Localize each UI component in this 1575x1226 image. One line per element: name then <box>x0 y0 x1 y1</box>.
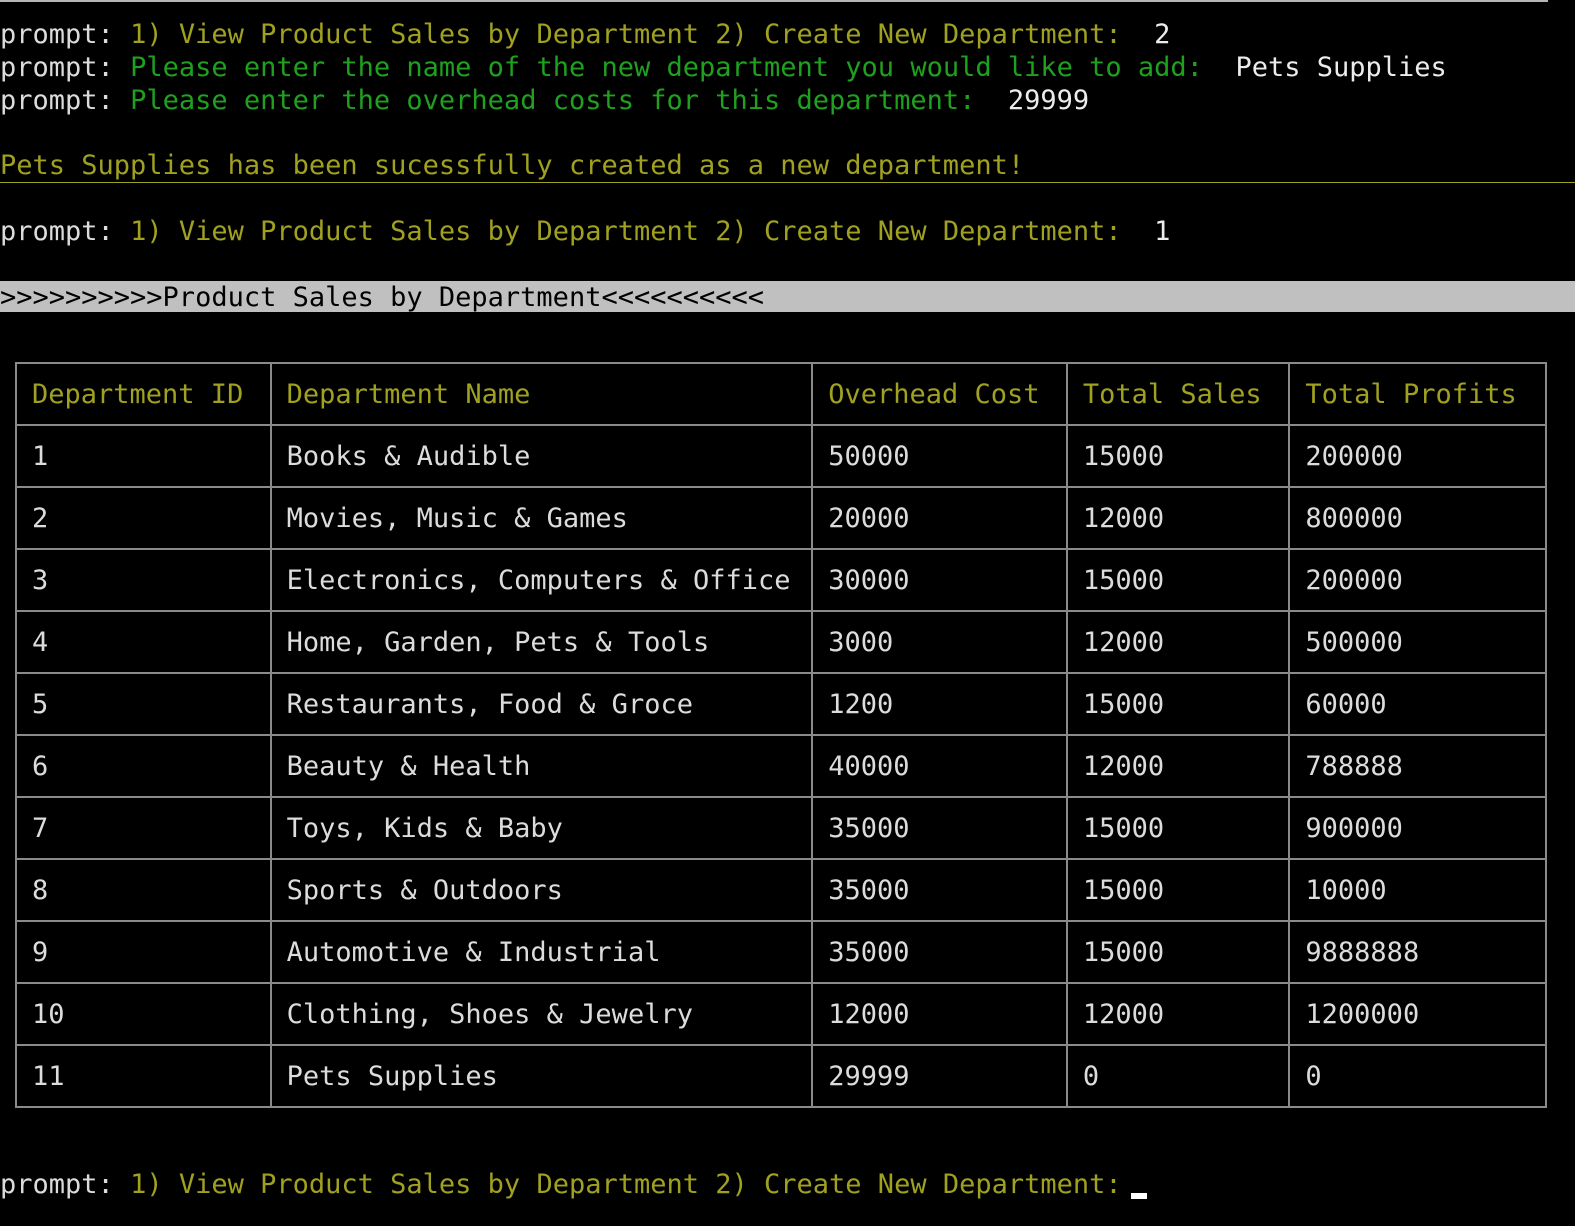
success-message: Pets Supplies has been sucessfully creat… <box>0 149 1575 183</box>
cell-department-name: Automotive & Industrial <box>269 920 814 984</box>
cell-total-profits: 60000 <box>1288 672 1547 736</box>
cell-total-profits: 500000 <box>1288 610 1547 674</box>
cell-department-id: 7 <box>15 796 272 860</box>
cell-department-name: Restaurants, Food & Groce <box>269 672 814 736</box>
cell-overhead-cost: 35000 <box>811 920 1068 984</box>
cell-total-profits: 200000 <box>1288 424 1547 488</box>
menu-text: 1) View Product Sales by Department 2) C… <box>130 216 1122 247</box>
menu-answer: 2 <box>1154 19 1171 50</box>
cell-total-sales: 15000 <box>1065 672 1291 736</box>
cell-department-name: Electronics, Computers & Office <box>269 548 814 612</box>
table-row: 7 Toys, Kids & Baby 35000 15000 900000 <box>15 796 1547 860</box>
cell-overhead-cost: 40000 <box>811 734 1068 798</box>
cell-department-id: 9 <box>15 920 272 984</box>
cell-department-id: 8 <box>15 858 272 922</box>
overhead-prompt-line: prompt: Please enter the overhead costs … <box>0 84 1089 117</box>
cell-department-name: Movies, Music & Games <box>269 486 814 550</box>
prompt-label: prompt: <box>0 1169 114 1200</box>
cell-department-id: 4 <box>15 610 272 674</box>
menu-prompt-line-3[interactable]: prompt: 1) View Product Sales by Departm… <box>0 1168 1122 1201</box>
table-body: 1 Books & Audible 50000 15000 200000 2 Movies,… <box>15 424 1547 1108</box>
cell-total-profits: 788888 <box>1288 734 1547 798</box>
overhead-answer: 29999 <box>1007 85 1090 116</box>
name-question: Please enter the name of the new departm… <box>130 52 1203 83</box>
table-header-row: Department ID Department Name Overhead C… <box>15 362 1547 426</box>
header-total-profits: Total Profits <box>1288 362 1547 426</box>
cell-department-id: 5 <box>15 672 272 736</box>
cell-overhead-cost: 35000 <box>811 796 1068 860</box>
cell-total-profits: 800000 <box>1288 486 1547 550</box>
menu-text: 1) View Product Sales by Department 2) C… <box>130 1169 1122 1200</box>
table-row: 8 Sports & Outdoors 35000 15000 10000 <box>15 858 1547 922</box>
cell-department-name: Books & Audible <box>269 424 814 488</box>
department-table-wrapper: Department ID Department Name Overhead C… <box>15 362 1547 1108</box>
cell-total-sales: 15000 <box>1065 920 1291 984</box>
cell-department-id: 3 <box>15 548 272 612</box>
cell-total-profits: 900000 <box>1288 796 1547 860</box>
table-row: 2 Movies, Music & Games 20000 12000 800000 <box>15 486 1547 550</box>
menu-prompt-line-2: prompt: 1) View Product Sales by Departm… <box>0 215 1170 248</box>
cell-department-name: Sports & Outdoors <box>269 858 814 922</box>
cell-total-sales: 15000 <box>1065 424 1291 488</box>
cell-total-sales: 12000 <box>1065 982 1291 1046</box>
cell-overhead-cost: 3000 <box>811 610 1068 674</box>
cell-overhead-cost: 30000 <box>811 548 1068 612</box>
cell-total-sales: 12000 <box>1065 734 1291 798</box>
overhead-question: Please enter the overhead costs for this… <box>130 85 976 116</box>
cell-total-sales: 12000 <box>1065 486 1291 550</box>
cell-total-profits: 0 <box>1288 1044 1547 1108</box>
table-row: 6 Beauty & Health 40000 12000 788888 <box>15 734 1547 798</box>
cell-total-profits: 10000 <box>1288 858 1547 922</box>
terminal-cursor[interactable] <box>1131 1193 1147 1199</box>
cell-department-id: 10 <box>15 982 272 1046</box>
cell-total-sales: 15000 <box>1065 548 1291 612</box>
table-row: 4 Home, Garden, Pets & Tools 3000 12000 5000… <box>15 610 1547 674</box>
table-row: 10 Clothing, Shoes & Jewelry 12000 12000 120… <box>15 982 1547 1046</box>
table-row: 9 Automotive & Industrial 35000 15000 988888… <box>15 920 1547 984</box>
menu-prompt-line-1: prompt: 1) View Product Sales by Departm… <box>0 18 1170 51</box>
cell-overhead-cost: 12000 <box>811 982 1068 1046</box>
name-prompt-line: prompt: Please enter the name of the new… <box>0 51 1447 84</box>
prompt-label: prompt: <box>0 52 114 83</box>
menu-text: 1) View Product Sales by Department 2) C… <box>130 19 1122 50</box>
report-banner: >>>>>>>>>>Product Sales by Department<<<… <box>0 281 1575 313</box>
department-sales-table: Department ID Department Name Overhead C… <box>15 362 1547 1108</box>
cell-department-name: Beauty & Health <box>269 734 814 798</box>
cell-total-profits: 1200000 <box>1288 982 1547 1046</box>
cell-overhead-cost: 29999 <box>811 1044 1068 1108</box>
prompt-label: prompt: <box>0 85 114 116</box>
cell-department-name: Clothing, Shoes & Jewelry <box>269 982 814 1046</box>
cell-department-name: Pets Supplies <box>269 1044 814 1108</box>
table-row: 1 Books & Audible 50000 15000 200000 <box>15 424 1547 488</box>
header-department-name: Department Name <box>269 362 814 426</box>
prompt-label: prompt: <box>0 19 114 50</box>
cell-overhead-cost: 50000 <box>811 424 1068 488</box>
cell-department-id: 6 <box>15 734 272 798</box>
header-department-id: Department ID <box>15 362 272 426</box>
cell-department-name: Home, Garden, Pets & Tools <box>269 610 814 674</box>
cell-department-id: 1 <box>15 424 272 488</box>
menu-answer: 1 <box>1154 216 1171 247</box>
cell-department-name: Toys, Kids & Baby <box>269 796 814 860</box>
cell-total-profits: 9888888 <box>1288 920 1547 984</box>
cell-total-sales: 15000 <box>1065 858 1291 922</box>
table-row: 11 Pets Supplies 29999 0 0 <box>15 1044 1547 1108</box>
cell-total-profits: 200000 <box>1288 548 1547 612</box>
top-divider <box>0 0 1548 2</box>
cell-overhead-cost: 35000 <box>811 858 1068 922</box>
cell-department-id: 2 <box>15 486 272 550</box>
table-row: 5 Restaurants, Food & Groce 1200 15000 60000 <box>15 672 1547 736</box>
cell-overhead-cost: 1200 <box>811 672 1068 736</box>
cell-total-sales: 15000 <box>1065 796 1291 860</box>
cell-overhead-cost: 20000 <box>811 486 1068 550</box>
cell-total-sales: 0 <box>1065 1044 1291 1108</box>
name-answer: Pets Supplies <box>1235 52 1447 83</box>
cell-department-id: 11 <box>15 1044 272 1108</box>
cell-total-sales: 12000 <box>1065 610 1291 674</box>
prompt-label: prompt: <box>0 216 114 247</box>
header-overhead-cost: Overhead Cost <box>811 362 1068 426</box>
table-row: 3 Electronics, Computers & Office 30000 150… <box>15 548 1547 612</box>
header-total-sales: Total Sales <box>1065 362 1291 426</box>
